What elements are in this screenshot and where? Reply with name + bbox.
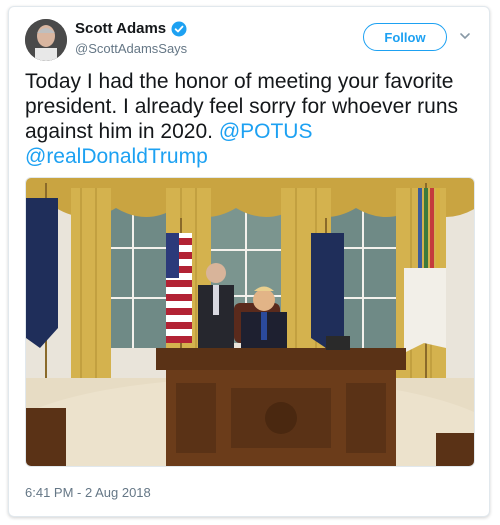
- author-name[interactable]: Scott Adams: [75, 20, 166, 37]
- author-handle[interactable]: @ScottAdamsSays: [75, 41, 187, 56]
- chevron-down-icon[interactable]: [458, 29, 472, 43]
- verified-badge-icon: [171, 21, 187, 37]
- tweet-text: Today I had the honor of meeting your fa…: [25, 69, 477, 169]
- tweet-timestamp[interactable]: 6:41 PM - 2 Aug 2018: [25, 485, 151, 500]
- follow-button[interactable]: Follow: [363, 23, 447, 51]
- author-row: Scott Adams: [75, 20, 187, 37]
- mention-realdonaldtrump[interactable]: @realDonaldTrump: [25, 145, 208, 168]
- tweet-card: Scott Adams @ScottAdamsSays Follow Today…: [8, 6, 490, 517]
- tweet-photo[interactable]: [25, 177, 475, 467]
- avatar[interactable]: [25, 19, 67, 61]
- mention-potus[interactable]: @POTUS: [219, 120, 313, 143]
